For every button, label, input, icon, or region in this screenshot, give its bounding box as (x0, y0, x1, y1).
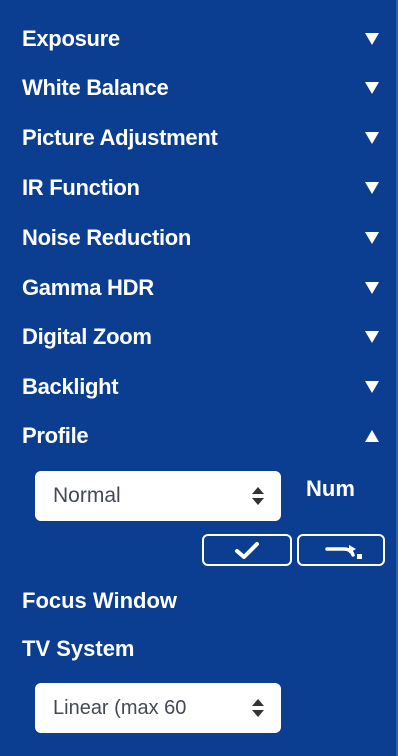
checkmark-icon (235, 542, 259, 559)
section-label-backlight: Backlight (22, 374, 119, 399)
select-updown-icon (251, 699, 265, 717)
num-label: Num (306, 476, 355, 501)
expand-arrow-icon[interactable] (365, 82, 379, 94)
redo-arrow-icon (325, 545, 362, 559)
section-profile[interactable]: Profile (22, 419, 392, 453)
profile-select-value: Normal (53, 484, 121, 507)
section-label-exposure: Exposure (22, 26, 120, 51)
expand-arrow-icon[interactable] (365, 282, 379, 294)
section-backlight[interactable]: Backlight (22, 370, 392, 404)
settings-panel: Exposure White Balance Picture Adjustmen… (0, 0, 398, 756)
section-label-white-balance: White Balance (22, 75, 169, 100)
apply-button[interactable] (297, 534, 385, 566)
section-label-ir-function: IR Function (22, 175, 140, 200)
expand-arrow-icon[interactable] (365, 331, 379, 343)
collapse-arrow-icon[interactable] (365, 430, 379, 442)
section-label-profile: Profile (22, 423, 89, 448)
select-updown-icon (251, 487, 265, 505)
section-ir-function[interactable]: IR Function (22, 171, 392, 205)
section-label-gamma-hdr: Gamma HDR (22, 275, 154, 300)
tv-system-select-value: Linear (max 60 (53, 696, 187, 719)
tv-system-select[interactable]: Linear (max 60 (35, 683, 281, 733)
expand-arrow-icon[interactable] (365, 132, 379, 144)
section-gamma-hdr[interactable]: Gamma HDR (22, 271, 392, 305)
section-label-picture-adjustment: Picture Adjustment (22, 125, 218, 150)
expand-arrow-icon[interactable] (365, 381, 379, 393)
section-label-digital-zoom: Digital Zoom (22, 324, 152, 349)
expand-arrow-icon[interactable] (365, 182, 379, 194)
tv-system-label[interactable]: TV System (22, 636, 135, 662)
expand-arrow-icon[interactable] (365, 232, 379, 244)
section-noise-reduction[interactable]: Noise Reduction (22, 221, 392, 255)
confirm-button[interactable] (202, 534, 292, 566)
section-white-balance[interactable]: White Balance (22, 71, 392, 105)
section-label-noise-reduction: Noise Reduction (22, 225, 192, 250)
section-picture-adjustment[interactable]: Picture Adjustment (22, 121, 392, 155)
profile-select[interactable]: Normal (35, 471, 281, 521)
expand-arrow-icon[interactable] (365, 33, 379, 45)
focus-window-label[interactable]: Focus Window (22, 588, 177, 614)
section-digital-zoom[interactable]: Digital Zoom (22, 320, 392, 354)
section-exposure[interactable]: Exposure (22, 22, 392, 56)
